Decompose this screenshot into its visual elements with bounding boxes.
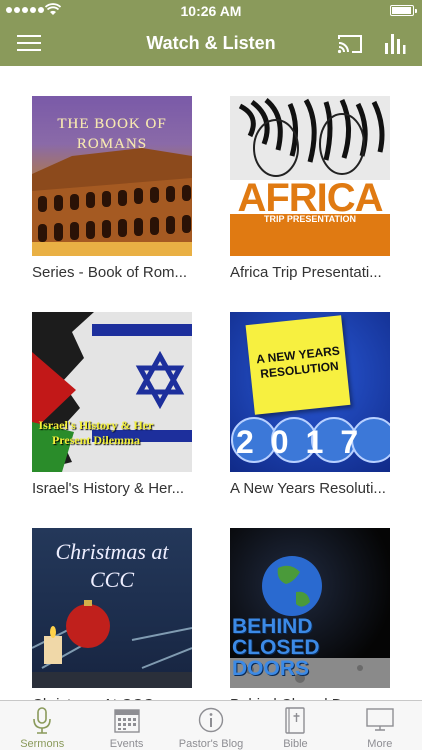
book-icon (285, 707, 306, 734)
navigation-bar: Watch & Listen (0, 22, 422, 66)
tab-label: Events (109, 738, 144, 750)
media-thumbnail: A NEW YEARS RESOLUTION 2017 (230, 312, 390, 472)
media-item[interactable]: THE BOOK OF ROMANS THE BOOK OF ROMANS Se… (32, 96, 192, 281)
media-item[interactable]: AFRICA TRIP PRESENTATION Africa Trip Pre… (230, 96, 390, 281)
tab-label: Bible (283, 738, 308, 750)
media-item-title: Series - Book of Rom... (32, 264, 188, 281)
media-thumbnail: Israel's History & Her Present Dilemma (32, 312, 192, 472)
thumbnail-art-text: BEHIND CLOSED DOORS (232, 615, 320, 680)
monitor-icon (366, 708, 394, 731)
info-icon (198, 707, 224, 733)
media-item[interactable]: Israel's History & Her Present Dilemma I… (32, 312, 192, 497)
tab-more[interactable]: More (338, 701, 422, 750)
media-thumbnail: Christmas at CCC (32, 528, 192, 688)
media-item[interactable]: BEHIND CLOSED DOORS Behind Closed Doors (230, 528, 390, 713)
media-thumbnail: THE BOOK OF ROMANS THE BOOK OF ROMANS (32, 96, 192, 256)
tab-label: Pastor's Blog (178, 738, 244, 750)
tab-bar: Sermons Events Pastor's Blog Bible More (0, 700, 422, 750)
tab-label: More (367, 738, 393, 750)
flags-image (32, 312, 192, 472)
cast-icon[interactable] (337, 32, 363, 56)
thumbnail-art-subtext: TRIP PRESENTATION (263, 214, 356, 224)
media-item-title: Israel's History & Her... (32, 480, 185, 497)
tab-sermons[interactable]: Sermons (0, 701, 84, 750)
status-bar: 10:26 AM (0, 0, 422, 22)
media-item[interactable]: Christmas at CCC Christmas At CCC (32, 528, 192, 713)
media-item[interactable]: A NEW YEARS RESOLUTION 2017 A New Years … (230, 312, 390, 497)
battery-icon (390, 5, 417, 16)
thumbnail-art-text-overlay: THE BOOK OF ROMANS (57, 116, 167, 153)
media-thumbnail: AFRICA TRIP PRESENTATION (230, 96, 390, 256)
media-item-title: A New Years Resoluti... (230, 480, 386, 497)
tab-label: Sermons (20, 738, 65, 750)
tab-events[interactable]: Events (84, 701, 168, 750)
christmas-decor-image (32, 600, 192, 688)
media-item-title: Africa Trip Presentati... (230, 264, 382, 281)
tab-bible[interactable]: Bible (253, 701, 337, 750)
media-thumbnail: BEHIND CLOSED DOORS (230, 528, 390, 688)
calendar-icon (113, 709, 140, 733)
microphone-icon (33, 707, 52, 734)
thumbnail-art-text: Israel's History & Her Present Dilemma (38, 418, 154, 447)
bar-chart-icon[interactable] (384, 31, 406, 55)
status-time: 10:26 AM (180, 3, 242, 19)
thumbnail-art-year: 2017 (236, 424, 376, 460)
tab-pastors-blog[interactable]: Pastor's Blog (169, 701, 253, 750)
